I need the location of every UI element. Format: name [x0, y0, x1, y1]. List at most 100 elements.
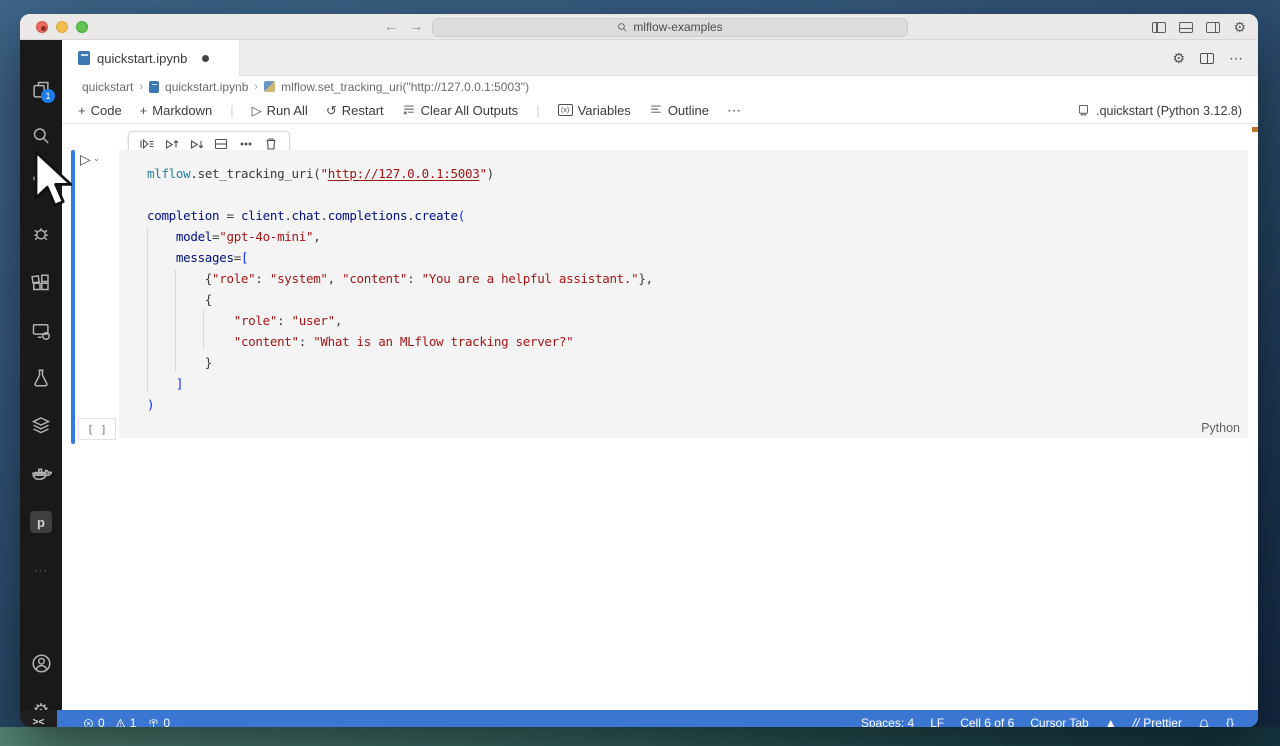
search-icon — [33, 128, 49, 144]
toggle-panel-icon[interactable] — [1179, 21, 1194, 33]
customize-layout-gear-icon[interactable]: ⚙ — [1233, 20, 1246, 34]
toggle-secondary-sidebar-icon[interactable] — [1206, 21, 1221, 33]
remote-indicator[interactable]: >< — [20, 710, 57, 727]
restart-kernel-button[interactable]: ↺ Restart — [326, 103, 384, 118]
activity-more-button[interactable]: ⋯ — [20, 553, 62, 587]
notebook-file-icon — [78, 51, 90, 65]
problems-status[interactable]: 0 1 — [83, 716, 136, 727]
ellipsis-icon: ⋯ — [727, 101, 743, 118]
notebook-cell-list: ▷ ⌄ mlflow.set_tracking_uri("http://127.… — [62, 124, 1258, 710]
toggle-primary-sidebar-icon[interactable] — [1152, 21, 1167, 33]
minimize-button[interactable] — [56, 21, 68, 33]
breadcrumb: quickstart › quickstart.ipynb › mlflow.s… — [62, 76, 1258, 97]
prettier-label: Prettier — [1143, 716, 1182, 727]
restart-label: Restart — [341, 102, 384, 118]
prettier-status[interactable]: // Prettier — [1132, 716, 1182, 727]
prettier-slashes-icon: // — [1132, 716, 1140, 727]
add-code-cell-button[interactable]: + Code — [78, 103, 122, 118]
tab-bar: quickstart.ipynb ⚙ ⋯ — [62, 40, 1258, 76]
play-icon: ▷ — [80, 151, 91, 167]
clear-outputs-label: Clear All Outputs — [420, 102, 519, 118]
clear-all-outputs-button[interactable]: Clear All Outputs — [402, 102, 519, 118]
cursor-tab-status[interactable]: Cursor Tab — [1030, 717, 1088, 727]
toolbar-divider: | — [230, 102, 234, 118]
breadcrumb-file[interactable]: quickstart.ipynb — [165, 80, 248, 94]
overview-ruler-warning-marker — [1252, 127, 1258, 132]
variables-icon: (x) — [557, 104, 573, 116]
sidebar-item-prettier-p[interactable]: p — [20, 505, 62, 539]
error-count: 0 — [98, 716, 105, 727]
python-symbol-icon — [264, 81, 276, 92]
back-icon[interactable]: ← — [384, 18, 398, 34]
ports-status[interactable]: 0 — [148, 716, 171, 727]
activity-bar: 1 p ⋯ — [20, 40, 62, 722]
vscode-window: ← → mlflow-examples ⚙ 1 p ⋯ quickstart.i… — [20, 14, 1258, 727]
chevron-down-icon: ⌄ — [92, 153, 101, 163]
sidebar-item-remote-explorer[interactable] — [20, 314, 62, 348]
editor-more-actions-icon[interactable]: ⋯ — [1229, 50, 1244, 67]
error-icon — [84, 719, 93, 727]
layers-icon — [31, 417, 51, 434]
titlebar: ← → mlflow-examples ⚙ — [20, 14, 1258, 40]
variables-button[interactable]: (x) Variables — [557, 102, 631, 118]
breadcrumb-symbol[interactable]: mlflow.set_tracking_uri("http://127.0.0.… — [281, 80, 529, 94]
execution-count: [ ] — [78, 418, 116, 440]
sidebar-item-run-debug[interactable] — [20, 217, 62, 251]
eol-status[interactable]: LF — [930, 717, 944, 727]
sidebar-item-explorer[interactable]: 1 — [20, 73, 62, 107]
chevron-right-icon: › — [254, 80, 259, 93]
add-markdown-label: Markdown — [152, 102, 213, 118]
editor-settings-gear-icon[interactable]: ⚙ — [1172, 51, 1185, 65]
add-code-label: Code — [90, 102, 122, 118]
remote-explorer-icon — [32, 324, 50, 340]
kernel-icon — [1079, 105, 1089, 116]
outline-list-icon — [651, 105, 661, 113]
variables-label: Variables — [577, 102, 631, 118]
accounts-button[interactable] — [20, 646, 62, 680]
desktop: ← → mlflow-examples ⚙ 1 p ⋯ quickstart.i… — [0, 0, 1280, 746]
editor-area: quickstart.ipynb ⚙ ⋯ quickstart › quicks… — [62, 40, 1258, 710]
sidebar-item-search[interactable] — [20, 119, 62, 153]
cell-language-picker[interactable]: Python — [1201, 421, 1240, 435]
kernel-picker[interactable]: .quickstart (Python 3.12.8) — [1077, 97, 1242, 124]
ellipsis-icon: ⋯ — [33, 561, 49, 578]
mouse-cursor — [34, 150, 73, 207]
add-markdown-cell-button[interactable]: + Markdown — [140, 103, 213, 118]
status-bar: >< 0 1 0 Spaces: 4 LF Cell 6 of 6 Cursor… — [20, 710, 1258, 727]
command-center-search[interactable]: mlflow-examples — [432, 17, 908, 37]
search-text: mlflow-examples — [633, 20, 723, 34]
sidebar-item-extensions[interactable] — [20, 266, 62, 300]
cell-code-editor[interactable]: mlflow.set_tracking_uri("http://127.0.0.… — [119, 150, 1248, 438]
breadcrumb-folder[interactable]: quickstart — [82, 80, 133, 94]
sidebar-item-databricks[interactable] — [20, 409, 62, 443]
caret-up-icon[interactable]: ▲ — [1105, 717, 1117, 727]
forward-icon[interactable]: → — [409, 18, 423, 34]
tab-modified-dot — [202, 54, 210, 62]
tab-quickstart-ipynb[interactable]: quickstart.ipynb — [62, 40, 240, 76]
notebook-file-icon — [149, 80, 160, 93]
ports-count: 0 — [163, 716, 171, 727]
cell-position-status[interactable]: Cell 6 of 6 — [960, 717, 1014, 727]
split-editor-icon[interactable] — [1200, 52, 1214, 64]
kernel-label: .quickstart (Python 3.12.8) — [1096, 103, 1242, 118]
sidebar-item-testing[interactable] — [20, 361, 62, 395]
close-button[interactable] — [36, 21, 48, 33]
notifications-bell[interactable] — [1198, 718, 1210, 727]
code-lines: mlflow.set_tracking_uri("http://127.0.0.… — [147, 166, 653, 412]
tab-label: quickstart.ipynb — [97, 50, 188, 66]
desktop-wallpaper-bottom — [0, 727, 1280, 746]
radio-tower-icon — [150, 719, 158, 727]
toolbar-more-button[interactable]: ⋯ — [727, 102, 742, 119]
run-cell-button[interactable]: ▷ ⌄ — [80, 151, 100, 168]
search-icon — [618, 22, 627, 32]
outline-button[interactable]: Outline — [649, 103, 709, 118]
braces-status[interactable]: {} — [1226, 717, 1234, 727]
account-icon — [31, 653, 51, 673]
play-icon: ▷ — [251, 102, 262, 118]
indentation-status[interactable]: Spaces: 4 — [861, 717, 914, 727]
run-all-button[interactable]: ▷ Run All — [252, 103, 308, 118]
maximize-button[interactable] — [76, 21, 88, 33]
debug-icon — [34, 228, 48, 241]
extensions-icon — [31, 274, 49, 291]
sidebar-item-docker[interactable] — [20, 457, 62, 491]
